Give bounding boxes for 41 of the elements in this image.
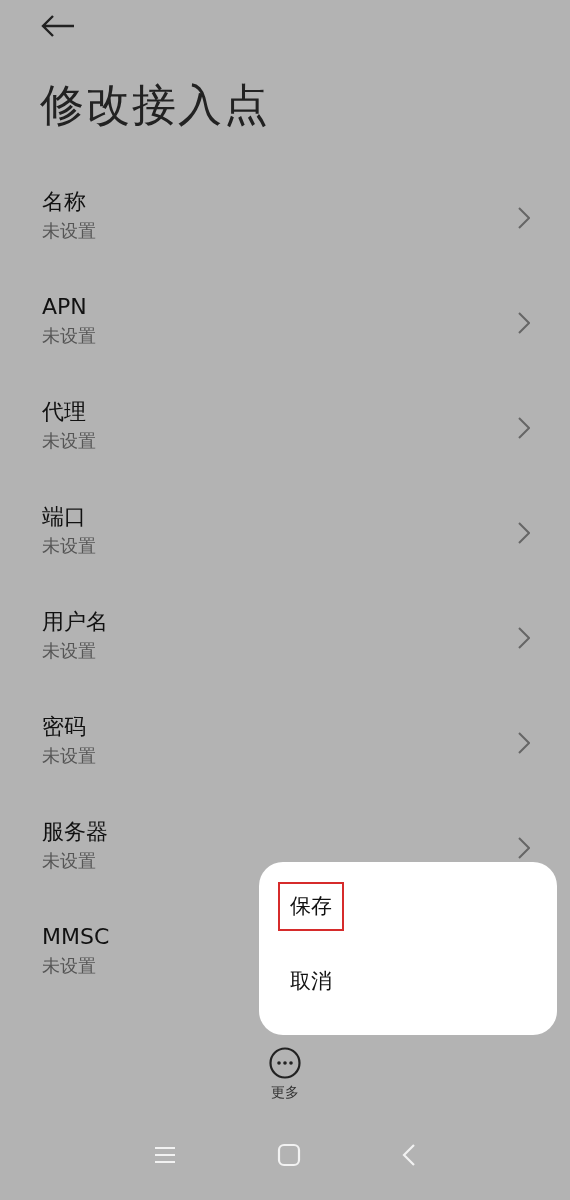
item-value: 未设置 [42,744,96,768]
chevron-right-icon [518,627,530,649]
chevron-right-icon [518,522,530,544]
item-label: 代理 [42,398,86,426]
item-label: 用户名 [42,608,108,636]
recents-button[interactable] [153,1145,177,1165]
settings-item[interactable]: 用户名 未设置 [0,590,570,695]
page-title: 修改接入点 [40,78,271,132]
chevron-right-icon [518,312,530,334]
settings-item[interactable]: APN 未设置 [0,275,570,380]
back-arrow-icon [40,14,76,38]
menu-icon [153,1145,177,1165]
item-value: 未设置 [42,534,96,558]
settings-item[interactable]: 名称 未设置 [0,170,570,275]
settings-item[interactable]: 端口 未设置 [0,485,570,590]
menu-item[interactable]: 保存 [278,882,344,931]
menu-item[interactable]: 取消 [278,957,344,1006]
chevron-right-icon [518,417,530,439]
item-label: 名称 [42,188,86,216]
item-value: 未设置 [42,849,96,873]
item-value: 未设置 [42,954,96,978]
item-value: 未设置 [42,639,96,663]
item-label: MMSC [42,923,110,951]
chevron-right-icon [518,732,530,754]
chevron-right-icon [518,207,530,229]
square-icon [277,1143,301,1167]
item-label: APN [42,293,87,321]
item-label: 密码 [42,713,86,741]
settings-item[interactable]: 代理 未设置 [0,380,570,485]
home-button[interactable] [277,1143,301,1167]
item-label: 服务器 [42,818,108,846]
chevron-right-icon [518,837,530,859]
item-value: 未设置 [42,324,96,348]
chevron-left-icon [401,1143,417,1167]
more-icon [269,1047,301,1079]
item-label: 端口 [42,503,86,531]
item-value: 未设置 [42,219,96,243]
more-button[interactable]: 更多 [269,1047,301,1103]
nav-back-button[interactable] [401,1143,417,1167]
item-value: 未设置 [42,429,96,453]
settings-item[interactable]: 密码 未设置 [0,695,570,800]
